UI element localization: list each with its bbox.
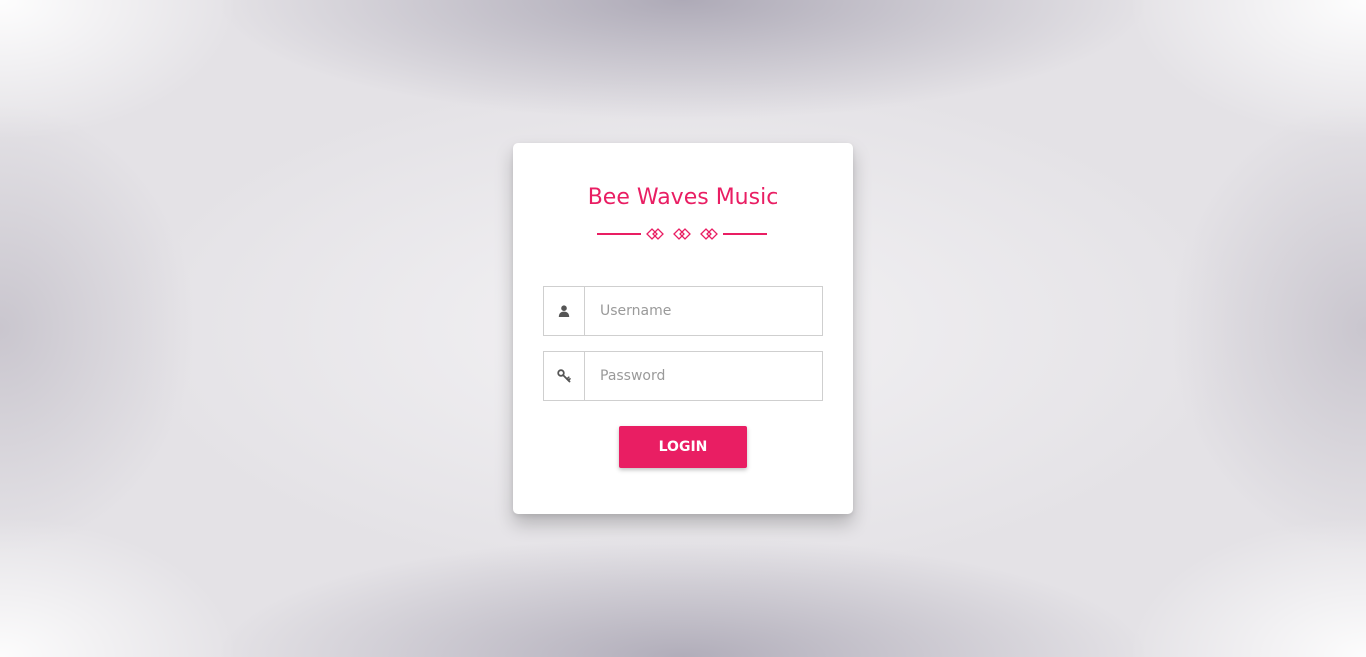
login-card: Bee Waves Music Username LOGIN <box>513 143 853 514</box>
key-icon <box>557 369 571 383</box>
title-divider-ornament <box>597 228 767 240</box>
user-icon <box>558 305 570 317</box>
login-button[interactable]: LOGIN <box>619 426 747 468</box>
username-addon <box>544 287 585 335</box>
username-group <box>543 286 823 336</box>
password-input[interactable] <box>585 352 820 400</box>
app-title: Bee Waves Music <box>587 185 779 210</box>
password-addon <box>544 352 585 400</box>
password-group <box>543 351 823 401</box>
username-input[interactable] <box>585 287 820 335</box>
